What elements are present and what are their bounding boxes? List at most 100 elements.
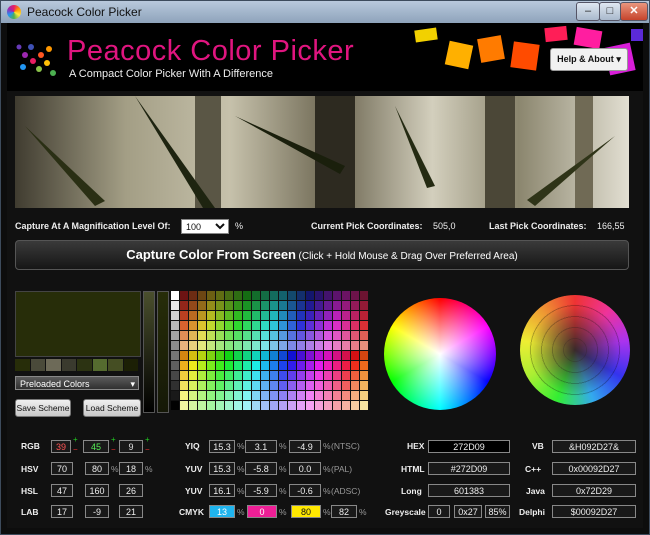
palette-cell[interactable] [324,371,333,381]
yuv-adsc-v-field[interactable]: -0.6 [289,484,321,497]
palette-cell[interactable] [279,291,288,301]
hsv-v-field[interactable]: 18 [119,462,143,475]
palette-cell[interactable] [243,341,252,351]
cpp-field[interactable]: 0x00092D27 [552,462,636,475]
greyscale-value-field[interactable]: 0 [428,505,450,518]
palette-cell[interactable] [279,371,288,381]
palette-cell[interactable] [189,321,198,331]
palette-cell[interactable] [324,361,333,371]
palette-cell[interactable] [216,371,225,381]
palette-cell[interactable] [351,381,360,391]
palette-cell[interactable] [261,371,270,381]
palette-cell[interactable] [198,381,207,391]
palette-cell[interactable] [315,401,324,411]
palette-cell[interactable] [342,391,351,401]
palette-cell[interactable] [315,381,324,391]
palette-cell[interactable] [207,351,216,361]
palette-cell[interactable] [306,321,315,331]
palette-cell[interactable] [342,301,351,311]
palette-cell[interactable] [306,401,315,411]
palette-cell[interactable] [342,351,351,361]
hsl-s-field[interactable]: 160 [85,484,109,497]
palette-cell[interactable] [288,341,297,351]
palette-cell[interactable] [252,371,261,381]
palette-cell[interactable] [243,401,252,411]
palette-cell[interactable] [342,341,351,351]
palette-cell[interactable] [297,401,306,411]
palette-cell[interactable] [315,351,324,361]
palette-cell[interactable] [189,341,198,351]
palette-cell[interactable] [306,391,315,401]
preloaded-colors-dropdown[interactable]: Preloaded Colors ▾ [15,376,139,390]
rgb-r-field[interactable]: 39 [51,440,71,453]
palette-cell[interactable] [216,401,225,411]
scheme-swatch[interactable] [92,359,108,371]
scheme-swatch[interactable] [15,359,31,371]
palette-cell[interactable] [288,291,297,301]
palette-cell[interactable] [306,291,315,301]
palette-cell[interactable] [198,371,207,381]
palette-cell[interactable] [342,371,351,381]
palette-cell[interactable] [315,341,324,351]
palette-cell[interactable] [279,391,288,401]
palette-cell[interactable] [279,381,288,391]
palette-cell[interactable] [189,351,198,361]
yuv-adsc-y-field[interactable]: 16.1 [209,484,235,497]
palette-cell[interactable] [270,391,279,401]
palette-cell[interactable] [189,311,198,321]
java-field[interactable]: 0x72D29 [552,484,636,497]
rgb-r-increment[interactable]: + [73,435,78,444]
palette-cell[interactable] [333,391,342,401]
palette-cell[interactable] [279,331,288,341]
palette-cell[interactable] [342,361,351,371]
palette-cell[interactable] [225,391,234,401]
palette-cell[interactable] [270,291,279,301]
hue-color-wheel[interactable] [384,298,496,410]
palette-cell[interactable] [252,361,261,371]
palette-cell[interactable] [216,301,225,311]
palette-cell[interactable] [225,331,234,341]
palette-cell[interactable] [333,351,342,361]
lab-a-field[interactable]: -9 [85,505,109,518]
palette-cell[interactable] [360,331,369,341]
palette-cell[interactable] [234,401,243,411]
palette-cell[interactable] [171,401,180,411]
yiq-y-field[interactable]: 15.3 [209,440,235,453]
palette-cell[interactable] [252,301,261,311]
yuv-adsc-u-field[interactable]: -5.9 [245,484,277,497]
lab-b-field[interactable]: 21 [119,505,143,518]
palette-cell[interactable] [324,311,333,321]
palette-cell[interactable] [306,361,315,371]
palette-cell[interactable] [270,341,279,351]
palette-cell[interactable] [297,311,306,321]
palette-cell[interactable] [189,331,198,341]
palette-cell[interactable] [288,391,297,401]
palette-cell[interactable] [306,311,315,321]
palette-cell[interactable] [180,341,189,351]
palette-cell[interactable] [234,331,243,341]
palette-cell[interactable] [180,401,189,411]
palette-cell[interactable] [297,321,306,331]
palette-cell[interactable] [297,351,306,361]
palette-cell[interactable] [207,301,216,311]
palette-cell[interactable] [207,371,216,381]
palette-cell[interactable] [171,301,180,311]
lab-l-field[interactable]: 17 [51,505,73,518]
palette-cell[interactable] [252,331,261,341]
palette-cell[interactable] [279,321,288,331]
palette-cell[interactable] [198,311,207,321]
palette-cell[interactable] [225,291,234,301]
palette-cell[interactable] [333,401,342,411]
rgb-g-decrement[interactable]: − [111,445,116,454]
palette-cell[interactable] [288,361,297,371]
palette-cell[interactable] [252,401,261,411]
hsl-h-field[interactable]: 47 [51,484,73,497]
palette-cell[interactable] [324,401,333,411]
palette-cell[interactable] [234,381,243,391]
palette-cell[interactable] [270,301,279,311]
vb-field[interactable]: &H092D27& [552,440,636,453]
palette-cell[interactable] [351,311,360,321]
rgb-b-field[interactable]: 9 [119,440,143,453]
palette-cell[interactable] [288,321,297,331]
palette-cell[interactable] [315,301,324,311]
